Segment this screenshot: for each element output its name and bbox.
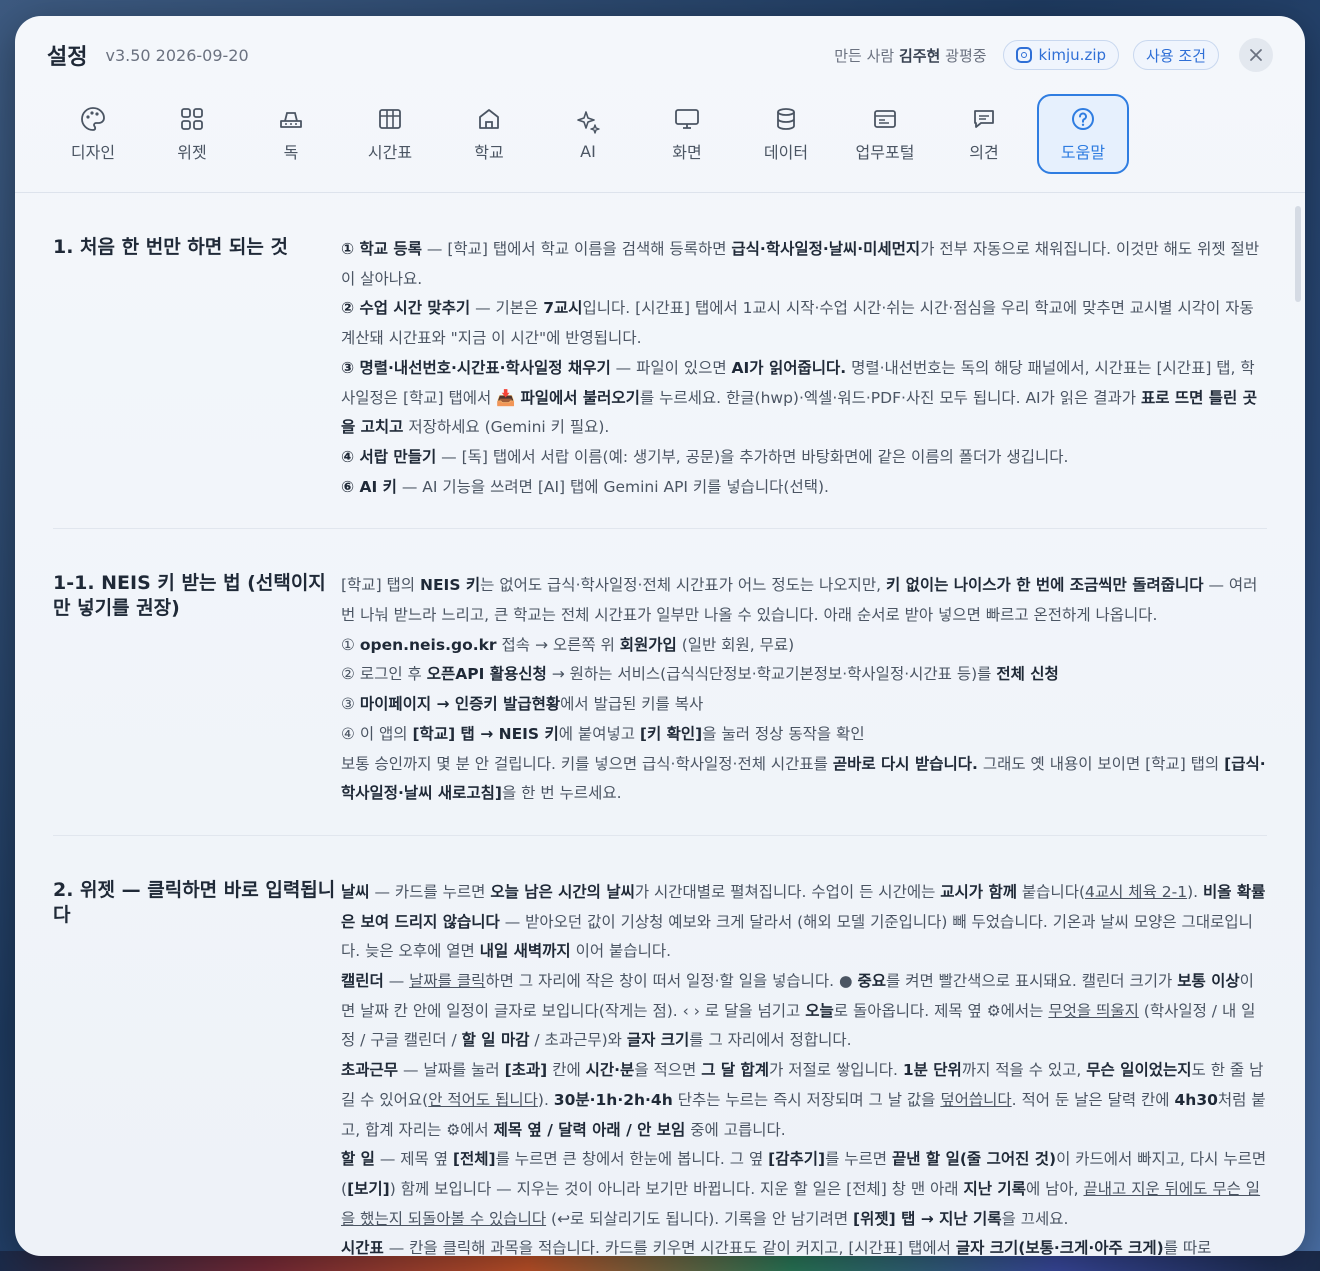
help-paragraph: 캘린더 — 날짜를 클릭하면 그 자리에 작은 창이 떠서 일정·할 일을 넣습… [341, 972, 1256, 1050]
tab-dock[interactable]: 독 [245, 94, 337, 174]
terms-link[interactable]: 사용 조건 [1133, 40, 1219, 70]
settings-dialog: 설정 v3.50 2026-09-20 만든 사람 김주현 광평중 kimju.… [15, 16, 1305, 1256]
header-right: 만든 사람 김주현 광평중 kimju.zip 사용 조건 [834, 38, 1273, 72]
section-title: 2. 위젯 — 클릭하면 바로 입력됩니다 [53, 878, 336, 926]
version-label: v3.50 2026-09-20 [105, 45, 249, 65]
maker-suffix: 광평중 [945, 46, 987, 65]
help-paragraph: ④ 이 앱의 [학교] 탭 → NEIS 키에 붙여넣고 [키 확인]을 눌러 … [341, 724, 865, 743]
close-button[interactable] [1239, 38, 1273, 72]
school-icon [479, 109, 499, 129]
help-paragraph: 날씨 — 카드를 누르면 오늘 남은 시간의 날씨가 시간대별로 펼쳐집니다. … [341, 882, 1266, 961]
maker-credit: 만든 사람 김주현 광평중 [834, 45, 986, 66]
help-section: 1. 처음 한 번만 하면 되는 것 ① 학교 등록 — [학교] 탭에서 학교… [53, 193, 1267, 530]
dock-icon [280, 112, 302, 128]
tab-feedback[interactable]: 의견 [938, 94, 1030, 174]
tab-label: 시간표 [367, 143, 413, 162]
tab-label: 데이터 [763, 143, 809, 162]
tab-widget[interactable]: 위젯 [146, 94, 238, 174]
help-icon [1072, 108, 1094, 130]
tab-label: AI [580, 141, 596, 161]
portal-icon [874, 110, 896, 128]
instagram-icon [1015, 47, 1032, 63]
instagram-link[interactable]: kimju.zip [1002, 40, 1120, 70]
tab-label: 화면 [672, 143, 702, 162]
tab-data[interactable]: 데이터 [740, 94, 832, 174]
tab-design[interactable]: 디자인 [47, 94, 139, 174]
database-icon [777, 108, 795, 130]
maker-name: 김주현 [898, 46, 941, 65]
tab-timetable[interactable]: 시간표 [344, 94, 436, 174]
help-section: 2. 위젯 — 클릭하면 바로 입력됩니다 날씨 — 카드를 누르면 오늘 남은… [53, 836, 1267, 1256]
help-content[interactable]: 1. 처음 한 번만 하면 되는 것 ① 학교 등록 — [학교] 탭에서 학교… [15, 193, 1305, 1256]
palette-icon [81, 107, 105, 131]
help-paragraph: 보통 승인까지 몇 분 안 걸립니다. 키를 넣으면 급식·학사일정·전체 시간… [341, 754, 1266, 803]
grid-icon [181, 108, 203, 130]
dialog-header: 설정 v3.50 2026-09-20 만든 사람 김주현 광평중 kimju.… [15, 16, 1305, 94]
section-title: 1-1. NEIS 키 받는 법 (선택이지만 넣기를 권장) [53, 572, 326, 620]
table-icon [379, 109, 401, 129]
help-section: 1-1. NEIS 키 받는 법 (선택이지만 넣기를 권장) [학교] 탭의 … [53, 529, 1267, 836]
tab-label: 도움말 [1060, 143, 1106, 162]
help-paragraph: ④ 서랍 만들기 — [독] 탭에서 서랍 이름(예: 생기부, 공문)을 추가… [341, 447, 1069, 466]
close-icon [1250, 49, 1262, 61]
sparkle-icon [577, 110, 600, 134]
help-paragraph: ⑥ AI 키 — AI 기능을 쓰려면 [AI] 탭에 Gemini API 키… [341, 477, 829, 496]
section-body: 날씨 — 카드를 누르면 오늘 남은 시간의 날씨가 시간대별로 펼쳐집니다. … [341, 878, 1267, 1256]
terms-label: 사용 조건 [1146, 46, 1206, 65]
instagram-label: kimju.zip [1038, 46, 1107, 64]
section-body: ① 학교 등록 — [학교] 탭에서 학교 이름을 검색해 등록하면 급식·학사… [341, 235, 1267, 502]
tab-ai[interactable]: AI [542, 94, 634, 174]
help-paragraph: 시간표 — 칸을 클릭해 과목을 적습니다. 카드를 키우면 시간표도 같이 커… [341, 1239, 1212, 1256]
help-paragraph: 초과근무 — 날짜를 눌러 [초과] 칸에 시간·분을 적으면 그 달 합계가 … [341, 1061, 1266, 1139]
tab-portal[interactable]: 업무포털 [839, 94, 931, 174]
help-paragraph: ② 수업 시간 맞추기 — 기본은 7교시입니다. [시간표] 탭에서 1교시 … [341, 299, 1254, 348]
maker-prefix: 만든 사람 [834, 46, 895, 65]
tab-label: 학교 [474, 143, 504, 162]
help-paragraph: 할 일 — 제목 옆 [전체]를 누르면 큰 창에서 한눈에 봅니다. 그 옆 … [341, 1150, 1267, 1228]
tab-screen[interactable]: 화면 [641, 94, 733, 174]
dialog-title: 설정 [47, 45, 88, 70]
tab-school[interactable]: 학교 [443, 94, 535, 174]
tab-label: 업무포털 [855, 143, 915, 162]
tab-label: 디자인 [70, 143, 116, 162]
tab-label: 위젯 [177, 143, 207, 162]
tab-label: 의견 [969, 143, 999, 162]
tab-label: 독 [283, 143, 299, 162]
section-body: [학교] 탭의 NEIS 키는 없어도 급식·학사일정·전체 시간표가 어느 정… [341, 571, 1267, 809]
help-paragraph: ③ 마이페이지 → 인증키 발급현황에서 발급된 키를 복사 [341, 695, 704, 714]
section-title: 1. 처음 한 번만 하면 되는 것 [53, 236, 288, 258]
scrollbar[interactable] [1295, 206, 1301, 302]
monitor-icon [675, 109, 699, 129]
help-paragraph: ② 로그인 후 오픈API 활용신청 → 원하는 서비스(급식식단정보·학교기본… [341, 665, 1059, 684]
help-paragraph: [학교] 탭의 NEIS 키는 없어도 급식·학사일정·전체 시간표가 어느 정… [341, 576, 1258, 625]
chat-icon [974, 110, 994, 128]
help-paragraph: ③ 명렬·내선번호·시간표·학사일정 채우기 — 파일이 있으면 AI가 읽어줍… [341, 358, 1257, 437]
settings-tabs: 디자인 위젯 독 시간표 학교 AI 화면 데이터 업무포털 의견 도움말 [47, 94, 1136, 174]
tab-help[interactable]: 도움말 [1037, 94, 1129, 174]
help-paragraph: ① open.neis.go.kr 접속 → 오른쪽 위 회원가입 (일반 회원… [341, 635, 795, 654]
help-paragraph: ① 학교 등록 — [학교] 탭에서 학교 이름을 검색해 등록하면 급식·학사… [341, 240, 1260, 288]
